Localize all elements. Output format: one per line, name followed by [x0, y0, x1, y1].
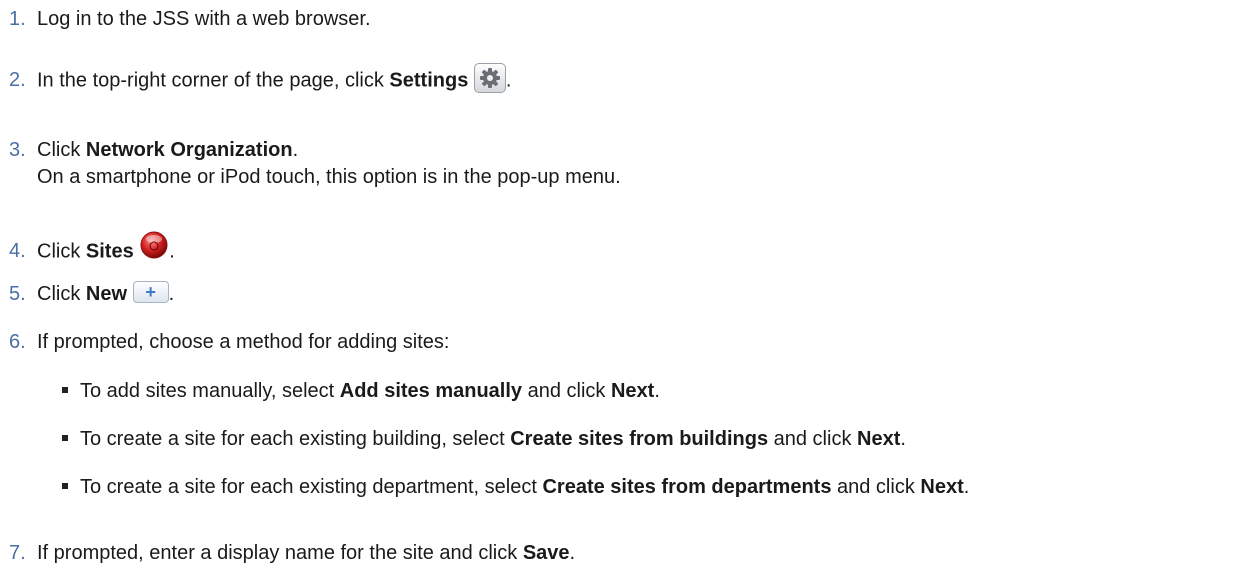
settings-label: Settings	[389, 69, 469, 92]
step-7: 7. If prompted, enter a display name for …	[9, 540, 575, 567]
step-text: Click	[37, 139, 86, 161]
step-3: 3. Click Network Organization. On a smart…	[9, 137, 621, 191]
step-text: If prompted, enter a display name for th…	[37, 542, 523, 564]
bullet-icon	[62, 434, 68, 441]
bullet-add-manually: To add sites manually, select Add sites …	[62, 378, 660, 405]
step-number: 7.	[9, 542, 26, 564]
step-text: In the top-right corner of the page, cli…	[37, 69, 390, 92]
plus-icon: +	[132, 280, 169, 303]
settings-gear-icon	[473, 63, 506, 93]
step-text: Click	[37, 283, 86, 305]
step-number: 6.	[9, 331, 26, 353]
step-2: 2. In the top-right corner of the page, c…	[9, 63, 511, 96]
step-text: Click	[37, 240, 86, 263]
step-number: 5.	[9, 283, 26, 305]
bullet-from-departments: To create a site for each existing depar…	[62, 474, 969, 501]
sites-label: Sites	[85, 240, 134, 263]
sites-icon	[139, 230, 169, 268]
step-6: 6. If prompted, choose a method for addin…	[9, 329, 449, 356]
bullet-icon	[62, 482, 68, 489]
step-number: 3.	[9, 139, 26, 161]
bullet-icon	[62, 386, 68, 393]
new-label: New	[85, 283, 128, 305]
step-note: On a smartphone or iPod touch, this opti…	[37, 166, 621, 188]
step-1: 1. Log in to the JSS with a web browser.	[9, 6, 371, 33]
bullet-from-buildings: To create a site for each existing build…	[62, 426, 906, 453]
save-label: Save	[522, 542, 570, 564]
step-number: 4.	[9, 240, 26, 263]
step-5: 5. Click New +.	[9, 280, 174, 308]
step-number: 2.	[9, 69, 26, 92]
step-number: 1.	[9, 8, 26, 30]
instructions-document: 1. Log in to the JSS with a web browser. …	[0, 0, 1254, 588]
step-text: If prompted, choose a method for adding …	[37, 331, 450, 353]
step-4: 4. Click Sites .	[9, 230, 175, 271]
network-organization-label: Network Organization	[85, 139, 293, 161]
step-text: Log in to the JSS with a web browser.	[37, 8, 371, 30]
